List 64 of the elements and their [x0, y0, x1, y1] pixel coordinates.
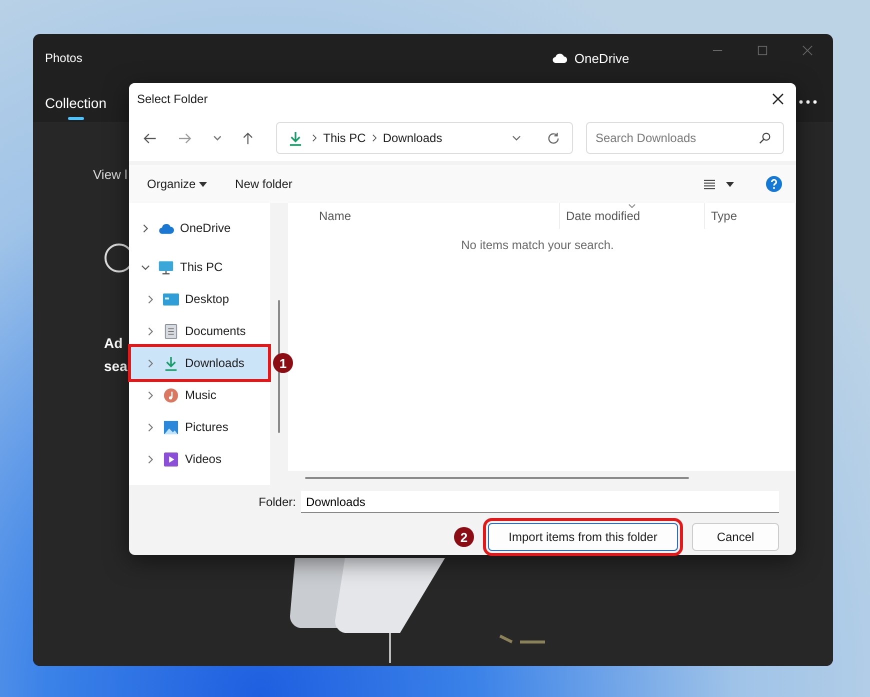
chevron-icon[interactable] [146, 326, 155, 336]
list-view-icon[interactable] [703, 178, 716, 190]
collection-tab[interactable]: Collection [45, 84, 106, 120]
view-text: View l [93, 167, 128, 182]
scrollbar[interactable] [278, 300, 280, 433]
folder-label: Folder: [258, 495, 296, 509]
account-name: OneDrive [574, 50, 630, 66]
navigation-item[interactable]: Music [131, 379, 268, 411]
step-badge: 2 [454, 527, 474, 547]
sort-caret-icon [628, 204, 636, 208]
column-header[interactable]: Type [705, 203, 775, 229]
chevron-icon[interactable] [146, 454, 155, 464]
chevron-icon[interactable] [146, 422, 155, 432]
back-arrow-icon[interactable] [143, 132, 157, 144]
refresh-icon[interactable] [547, 132, 560, 144]
dropdown-caret-icon[interactable] [512, 135, 522, 141]
cloud-icon [552, 53, 568, 63]
heading-text: sea [104, 357, 128, 376]
more-icon[interactable] [799, 100, 817, 104]
breadcrumb-item[interactable]: This PC [323, 131, 366, 145]
chevron-icon[interactable] [146, 358, 155, 368]
navigation-item[interactable]: Desktop [131, 283, 268, 315]
download-icon [289, 130, 302, 146]
navigation-item[interactable]: Videos [131, 443, 268, 475]
breadcrumb-item[interactable]: Downloads [382, 131, 442, 145]
navigation-item[interactable]: OneDrive [131, 212, 268, 244]
caret-icon [199, 182, 208, 188]
chevron-icon [312, 134, 318, 142]
chevron-icon [372, 134, 377, 142]
cancel-button[interactable]: Cancel [692, 523, 779, 551]
desktop-icon [163, 292, 179, 306]
scrollbar[interactable] [305, 477, 689, 479]
step-badge: 1 [273, 353, 293, 373]
dialog-title: Select Folder [137, 92, 208, 106]
maximize-icon[interactable] [757, 44, 768, 56]
video-icon [163, 452, 179, 466]
up-arrow-icon[interactable] [241, 132, 256, 144]
download-icon [163, 356, 179, 370]
forward-arrow-icon[interactable] [178, 132, 192, 144]
navigation-item[interactable]: This PC [131, 251, 268, 283]
column-header[interactable]: Date modified [560, 203, 705, 229]
chevron-icon[interactable] [141, 262, 150, 272]
navigation-item[interactable]: Pictures [131, 411, 268, 443]
folder-field[interactable]: Downloads [301, 491, 779, 513]
document-icon [163, 324, 179, 338]
address-bar[interactable]: This PC Downloads [276, 122, 574, 154]
search-icon [759, 132, 772, 144]
new-folder-button[interactable]: New folder [225, 173, 302, 195]
organize-menu[interactable]: Organize [137, 173, 218, 195]
heading-text: Ad [104, 334, 123, 353]
chevron-icon[interactable] [146, 390, 155, 400]
close-icon[interactable] [772, 93, 784, 105]
picture-icon [163, 420, 179, 434]
column-header[interactable]: Name [288, 203, 560, 229]
chevron-icon[interactable] [141, 224, 150, 232]
monitor-icon [158, 260, 174, 274]
navigation-item[interactable]: Documents [131, 315, 268, 347]
music-note-icon [163, 388, 179, 402]
search-field[interactable]: Search Downloads [586, 122, 784, 154]
chevron-icon[interactable] [146, 294, 155, 304]
app-title: Photos [45, 51, 82, 65]
help-icon[interactable] [766, 176, 782, 192]
empty-message: No items match your search. [460, 238, 615, 252]
caret-icon[interactable] [726, 182, 734, 186]
